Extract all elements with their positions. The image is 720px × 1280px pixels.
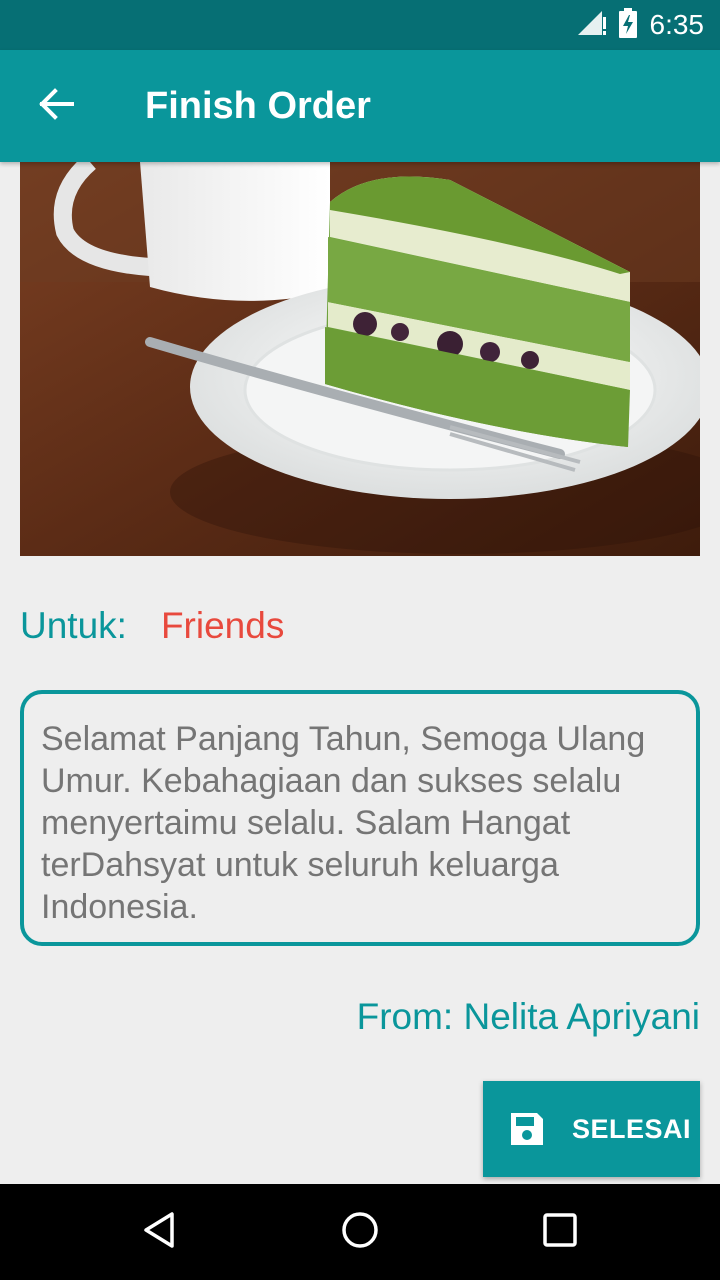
signal-icon	[576, 9, 606, 42]
status-bar: 6:35	[0, 0, 720, 50]
status-icons: 6:35	[576, 0, 705, 50]
selesai-label: SELESAI	[572, 1113, 692, 1144]
nav-back-button[interactable]	[134, 1208, 186, 1256]
recipient-row: Untuk: Friends	[20, 600, 284, 652]
recipient-label: Untuk:	[20, 605, 127, 646]
nav-back-icon	[140, 1210, 180, 1255]
message-text: Selamat Panjang Tahun, Semoga Ulang Umur…	[41, 720, 646, 926]
status-time: 6:35	[649, 9, 705, 40]
battery-icon	[618, 7, 638, 43]
message-box[interactable]: Selamat Panjang Tahun, Semoga Ulang Umur…	[20, 690, 700, 946]
cake-image	[20, 162, 700, 556]
nav-recents-button[interactable]	[534, 1208, 586, 1256]
navigation-bar	[0, 1184, 720, 1280]
app-bar: Finish Order	[0, 50, 720, 162]
save-icon	[507, 1109, 547, 1149]
sender-text: From: Nelita Apriyani	[356, 996, 700, 1037]
nav-home-icon	[340, 1210, 380, 1255]
nav-recents-icon	[540, 1210, 580, 1255]
back-button[interactable]	[24, 78, 88, 134]
page-title: Finish Order	[145, 84, 371, 127]
arrow-back-icon	[38, 87, 74, 125]
nav-home-button[interactable]	[334, 1208, 386, 1256]
selesai-button[interactable]: SELESAI	[483, 1081, 700, 1177]
recipient-value: Friends	[160, 605, 285, 646]
